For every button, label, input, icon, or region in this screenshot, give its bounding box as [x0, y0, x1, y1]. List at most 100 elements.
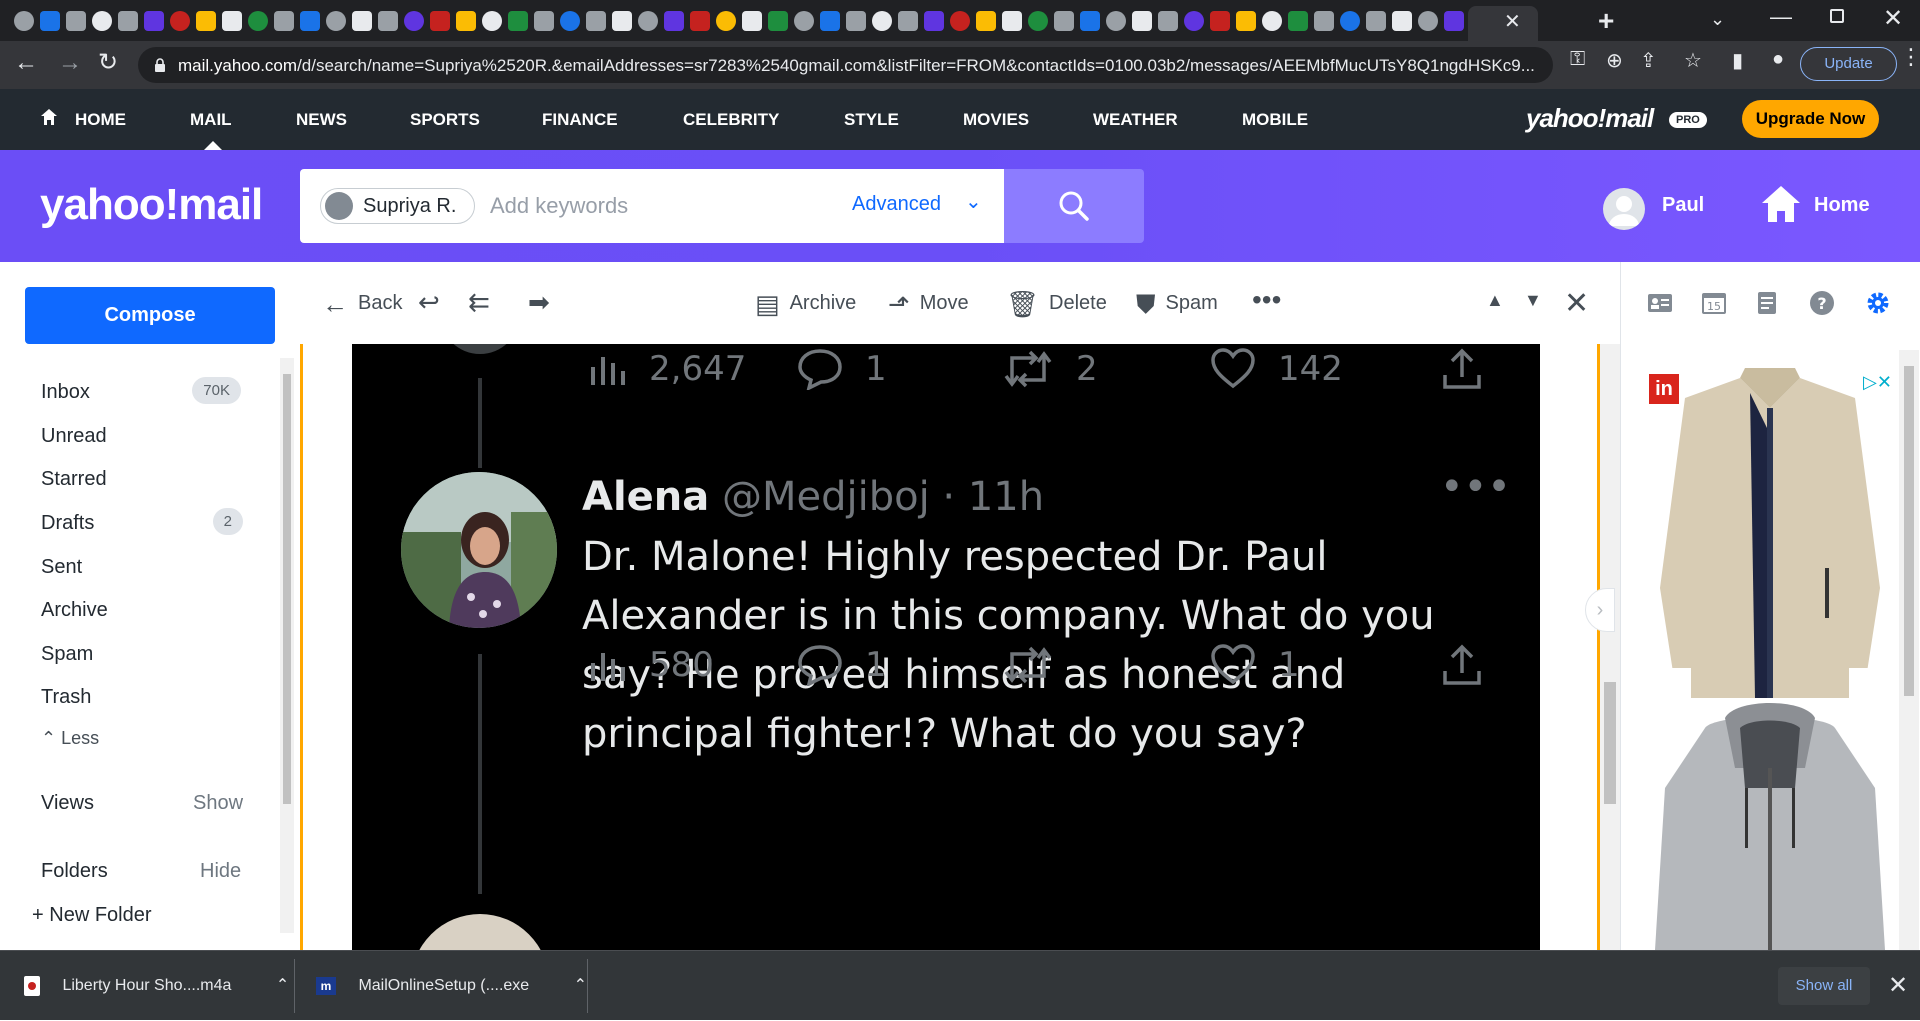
share-icon[interactable]: ⇪ [1640, 48, 1657, 73]
tab-favicon-icon[interactable] [1080, 11, 1100, 31]
folder-starred[interactable]: Starred [41, 468, 107, 491]
tab-favicon-icon[interactable] [638, 11, 658, 31]
new-folder-button[interactable]: + New Folder [32, 904, 152, 927]
reply-all-button[interactable]: ⇇ [468, 289, 490, 315]
home-icon[interactable] [1760, 184, 1802, 224]
message-scrollbar[interactable] [1600, 344, 1620, 950]
spam-button[interactable]: ⛊ Spam [1136, 291, 1218, 317]
close-tab-icon[interactable]: ✕ [1504, 12, 1521, 32]
ad-choices-icon[interactable]: ▷✕ [1863, 372, 1892, 393]
back-button[interactable]: ← Back [322, 291, 402, 317]
tab-favicon-icon[interactable] [326, 11, 346, 31]
message-scrollbar-thumb[interactable] [1604, 682, 1616, 804]
tab-favicon-icon[interactable] [1158, 11, 1178, 31]
tab-favicon-icon[interactable] [1236, 11, 1256, 31]
tab-favicon-icon[interactable] [1418, 11, 1438, 31]
tab-favicon-icon[interactable] [14, 11, 34, 31]
browser-menu-icon[interactable]: ⋮ [1900, 46, 1920, 68]
contacts-icon[interactable] [1647, 290, 1673, 316]
folder-inbox[interactable]: Inbox 70K [41, 377, 241, 404]
tab-favicon-icon[interactable] [1366, 11, 1386, 31]
help-icon[interactable]: ? [1809, 290, 1835, 316]
download-item[interactable]: m MailOnlineSetup (....exe ⌃ [316, 951, 587, 1021]
tab-favicon-icon[interactable] [612, 11, 632, 31]
folder-sent[interactable]: Sent [41, 556, 82, 579]
tab-search-chevron-icon[interactable]: ⌄ [1710, 9, 1725, 30]
advanced-search-button[interactable]: Advanced [852, 193, 941, 216]
close-icon[interactable]: ✕ [1888, 971, 1908, 1000]
notepad-icon[interactable] [1755, 290, 1781, 316]
active-tab[interactable]: ✕ [1468, 6, 1538, 41]
tab-favicon-icon[interactable] [534, 11, 554, 31]
yahoo-mail-logo[interactable]: yahoo!mail [1526, 103, 1654, 134]
bookmark-star-icon[interactable]: ☆ [1684, 48, 1702, 73]
delete-button[interactable]: 🗑 Delete [1006, 291, 1107, 317]
update-button[interactable]: Update [1800, 47, 1897, 81]
home-link[interactable]: Home [1814, 194, 1870, 217]
search-button[interactable] [1004, 169, 1144, 243]
folder-archive[interactable]: Archive [41, 599, 108, 622]
nav-mobile[interactable]: MOBILE [1242, 89, 1308, 150]
tab-favicon-icon[interactable] [950, 11, 970, 31]
tab-favicon-icon[interactable] [976, 11, 996, 31]
tab-favicon-icon[interactable] [118, 11, 138, 31]
nav-weather[interactable]: WEATHER [1093, 89, 1178, 150]
nav-finance[interactable]: FINANCE [542, 89, 618, 150]
tab-favicon-icon[interactable] [716, 11, 736, 31]
tab-favicon-icon[interactable] [222, 11, 242, 31]
folder-trash[interactable]: Trash [41, 686, 91, 709]
key-icon[interactable]: ⚿ [1570, 48, 1585, 71]
folders-hide-button[interactable]: Hide [200, 860, 241, 883]
tab-favicon-icon[interactable] [66, 11, 86, 31]
tab-favicon-icon[interactable] [1314, 11, 1334, 31]
tab-favicon-icon[interactable] [586, 11, 606, 31]
tweet-author-name[interactable]: Alena [582, 474, 709, 520]
back-arrow-icon[interactable]: ← [14, 51, 38, 75]
tab-favicon-icon[interactable] [560, 11, 580, 31]
chevron-up-icon[interactable]: ⌃ [574, 977, 587, 994]
tab-favicon-icon[interactable] [40, 11, 60, 31]
tab-favicon-icon[interactable] [1340, 11, 1360, 31]
tab-favicon-icon[interactable] [170, 11, 190, 31]
forward-arrow-icon[interactable]: → [58, 51, 82, 75]
settings-gear-icon[interactable] [1865, 290, 1891, 316]
forward-button[interactable]: ➡ [528, 289, 550, 315]
search-input[interactable] [490, 191, 810, 221]
maximize-window-button[interactable] [1830, 9, 1844, 23]
move-button[interactable]: ⬏ Move [888, 291, 969, 317]
nav-news[interactable]: NEWS [296, 89, 347, 150]
tab-favicon-icon[interactable] [768, 11, 788, 31]
tab-favicon-icon[interactable] [456, 11, 476, 31]
minimize-window-button[interactable]: — [1770, 4, 1792, 30]
tab-favicon-icon[interactable] [352, 11, 372, 31]
chevron-down-icon[interactable]: ⌄ [965, 189, 982, 214]
profile-name[interactable]: Paul [1662, 194, 1704, 217]
tweet-handle[interactable]: @Medjiboj · 11h [722, 474, 1044, 520]
download-item[interactable]: Liberty Hour Sho....m4a ⌃ [24, 951, 289, 1021]
nav-movies[interactable]: MOVIES [963, 89, 1029, 150]
avatar[interactable] [1603, 188, 1645, 230]
nav-style[interactable]: STYLE [844, 89, 899, 150]
address-bar[interactable]: mail.yahoo.com/d/search/name=Supriya%252… [138, 47, 1553, 83]
nav-home[interactable]: HOME [75, 89, 126, 150]
profile-icon[interactable]: ● [1772, 48, 1784, 71]
tab-favicon-icon[interactable] [846, 11, 866, 31]
close-window-button[interactable]: ✕ [1883, 4, 1903, 33]
previous-message-button[interactable]: ▲ [1486, 290, 1504, 311]
tab-favicon-icon[interactable] [430, 11, 450, 31]
tab-favicon-icon[interactable] [1288, 11, 1308, 31]
views-show-button[interactable]: Show [193, 792, 243, 815]
tab-favicon-icon[interactable] [1106, 11, 1126, 31]
sidebar-scrollbar-thumb[interactable] [283, 374, 291, 804]
tab-favicon-icon[interactable] [1392, 11, 1412, 31]
tab-favicon-icon[interactable] [690, 11, 710, 31]
tab-favicon-icon[interactable] [508, 11, 528, 31]
tab-favicon-icon[interactable] [196, 11, 216, 31]
tab-favicon-icon[interactable] [794, 11, 814, 31]
reply-button[interactable]: ↩ [418, 289, 440, 315]
tab-favicon-icon[interactable] [144, 11, 164, 31]
archive-button[interactable]: ▤ Archive [755, 291, 856, 317]
tab-favicon-icon[interactable] [1184, 11, 1204, 31]
show-all-downloads-button[interactable]: Show all [1778, 967, 1870, 1005]
advertiser-logo[interactable]: in [1649, 374, 1679, 404]
